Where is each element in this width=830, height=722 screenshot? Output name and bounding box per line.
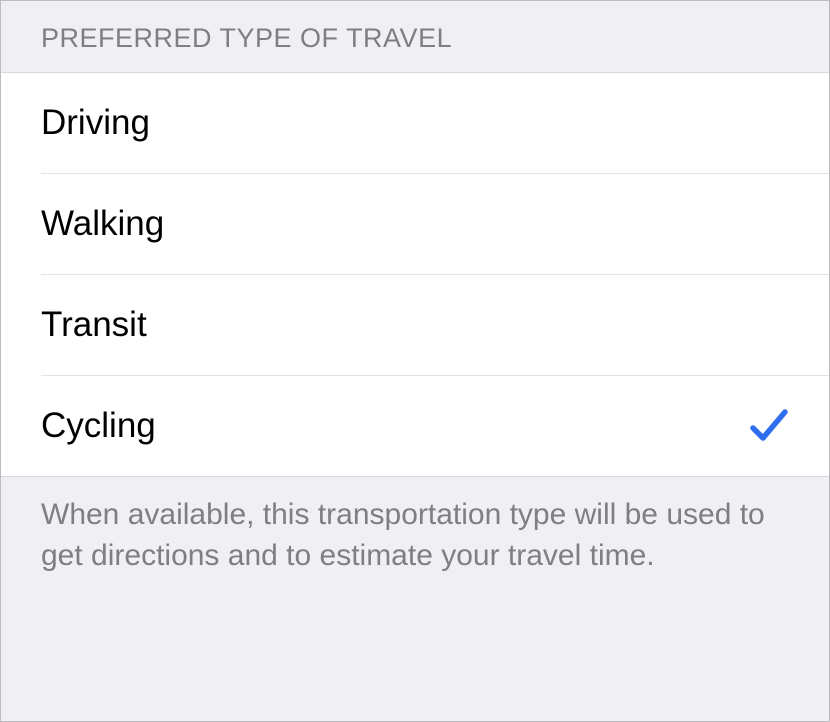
list-item-transit[interactable]: Transit [1,275,829,375]
list-item-cycling[interactable]: Cycling [1,376,829,476]
settings-section: PREFERRED TYPE OF TRAVEL Driving Walking… [0,0,830,722]
section-header: PREFERRED TYPE OF TRAVEL [1,1,829,72]
section-footer: When available, this transportation type… [1,477,829,576]
list-item-label: Cycling [41,406,156,446]
list-item-label: Transit [41,305,147,345]
checkmark-icon [749,406,789,446]
travel-type-list: Driving Walking Transit Cycling [1,72,829,477]
list-item-walking[interactable]: Walking [1,174,829,274]
list-item-label: Driving [41,103,150,143]
list-item-driving[interactable]: Driving [1,73,829,173]
list-item-label: Walking [41,204,164,244]
